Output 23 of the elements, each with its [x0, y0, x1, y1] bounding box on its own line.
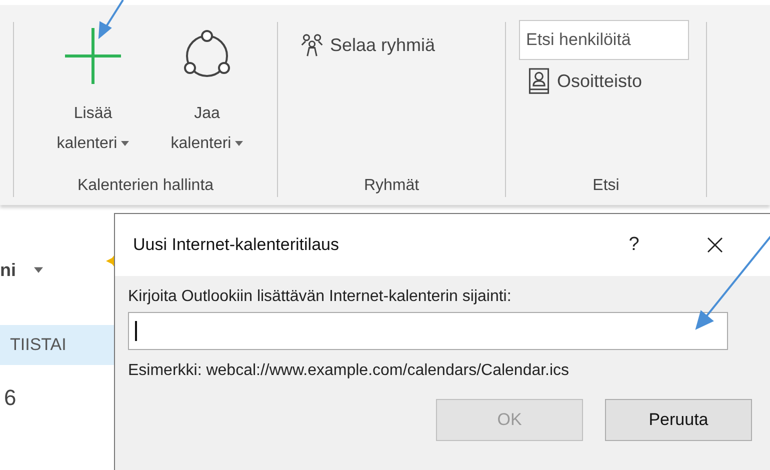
people-icon: [300, 32, 324, 58]
dialog-title: Uusi Internet-kalenteritilaus: [133, 235, 340, 255]
day-header: TIISTAI: [0, 325, 115, 365]
arrow-drawing: [96, 0, 126, 40]
ribbon-button[interactable]: Lisää kalenteri: [36, 22, 150, 177]
ribbon-button[interactable]: Selaa ryhmiä: [300, 28, 436, 62]
ribbon-button[interactable]: Jaa kalenteri: [150, 22, 264, 177]
search-field[interactable]: Etsi henkilöitä: [519, 20, 689, 60]
group-label: Ryhmät: [362, 177, 420, 196]
url-field[interactable]: [128, 312, 728, 350]
prompt-label: Kirjoita Outlookiin lisättävän Internet-kalenterin sijainti:: [128, 288, 512, 306]
help-button[interactable]: ?: [619, 234, 649, 256]
plus-icon: [65, 28, 121, 84]
group-label: Kalenterien hallinta: [76, 177, 215, 196]
text-cursor: [135, 321, 137, 341]
example-text: Esimerkki: webcal://www.example.com/calendars/Calendar.ics: [128, 362, 570, 380]
group-label: Etsi: [592, 177, 620, 196]
view-menu[interactable]: ni: [0, 260, 16, 280]
day-number: 6: [3, 385, 18, 411]
address-book-icon: [527, 68, 551, 94]
dialog-button[interactable]: Peruuta: [605, 399, 752, 441]
dropdown-caret-icon: [34, 267, 43, 273]
ribbon-button[interactable]: Osoitteisto: [527, 64, 642, 98]
